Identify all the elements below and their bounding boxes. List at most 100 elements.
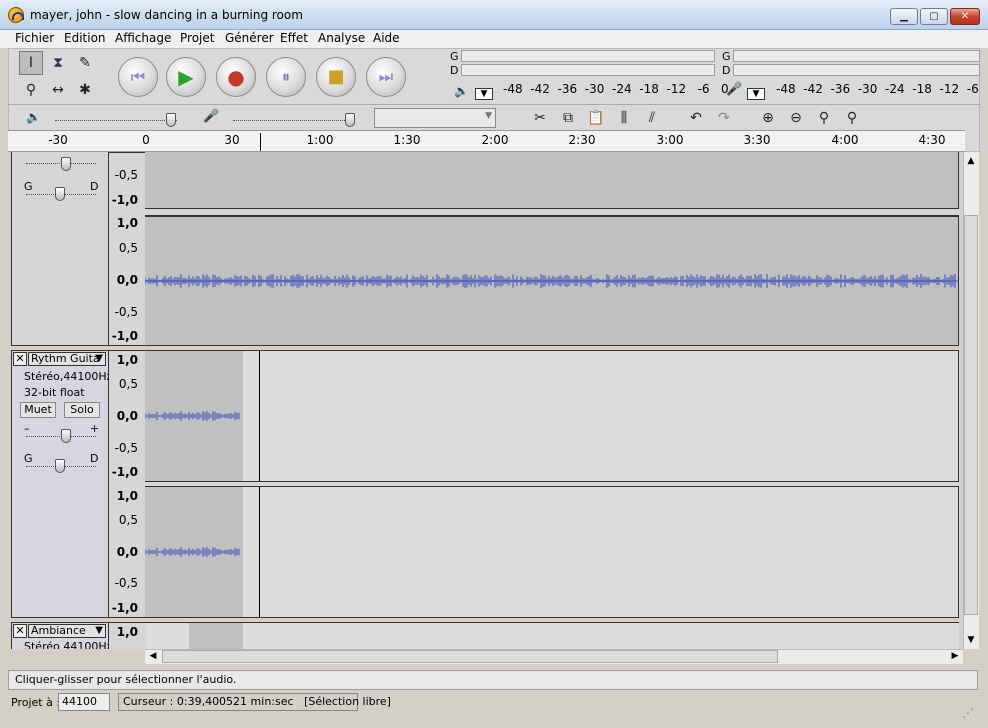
envelope-tool-icon[interactable]: ⧗ bbox=[46, 51, 70, 75]
resize-grip-icon[interactable]: ⋰ bbox=[962, 706, 974, 720]
gain-slider-thumb[interactable] bbox=[61, 157, 71, 171]
window-title: mayer, john - slow dancing in a burning … bbox=[30, 8, 303, 22]
scale-label: 1,0 bbox=[116, 216, 138, 230]
record-meter-menu-icon[interactable]: ▼ bbox=[747, 88, 765, 100]
scale-label: 0,5 bbox=[118, 377, 138, 391]
scale-label: -1,0 bbox=[111, 329, 138, 343]
input-volume-thumb[interactable] bbox=[345, 113, 355, 127]
input-source-select[interactable]: ▼ bbox=[374, 108, 496, 128]
waveform bbox=[145, 411, 240, 421]
trim-icon[interactable]: ⫼ bbox=[612, 106, 636, 130]
ruler-label: 0 bbox=[142, 133, 150, 147]
pan-slider-thumb[interactable] bbox=[55, 187, 65, 201]
ruler-label: 4:30 bbox=[918, 133, 946, 147]
menu-projet[interactable]: Projet bbox=[180, 31, 214, 45]
waveform bbox=[145, 547, 240, 557]
scale-label: -0,5 bbox=[114, 576, 138, 590]
ruler-label: 3:00 bbox=[656, 133, 684, 147]
maximize-button[interactable]: ▢ bbox=[920, 8, 948, 25]
ruler-label: 2:00 bbox=[481, 133, 509, 147]
menu-generer[interactable]: Générer bbox=[225, 31, 274, 45]
zoom-out-icon[interactable]: ⊖ bbox=[784, 106, 808, 130]
track-menu-arrow-icon: ▼ bbox=[95, 625, 103, 636]
menu-aide[interactable]: Aide bbox=[373, 31, 400, 45]
close-track-icon[interactable]: ✕ bbox=[13, 624, 27, 638]
playback-meter-menu-icon[interactable]: ▼ bbox=[475, 88, 493, 100]
mute-button[interactable]: Muet bbox=[20, 402, 56, 418]
input-volume-slider[interactable] bbox=[233, 120, 355, 121]
scale-label: 1,0 bbox=[116, 625, 138, 639]
pan-left-label: G bbox=[24, 452, 33, 465]
scale-label: -0,5 bbox=[114, 168, 138, 182]
scroll-left-icon[interactable]: ◀ bbox=[145, 649, 161, 664]
waveform-channel[interactable] bbox=[145, 622, 959, 650]
record-meter-right bbox=[733, 64, 980, 76]
track-name-menu[interactable]: Rythm Guita ▼ bbox=[28, 352, 106, 366]
selection-tool-icon[interactable]: I bbox=[19, 51, 43, 75]
record-meter-left bbox=[733, 50, 980, 62]
output-volume-slider[interactable] bbox=[55, 120, 177, 121]
scroll-right-icon[interactable]: ▶ bbox=[947, 649, 963, 664]
menu-analyse[interactable]: Analyse bbox=[318, 31, 365, 45]
fit-selection-icon[interactable]: ⚲ bbox=[812, 106, 836, 130]
record-meter-right-label: D bbox=[722, 64, 731, 77]
pan-slider-thumb[interactable] bbox=[55, 459, 65, 473]
vertical-scroll-thumb[interactable] bbox=[964, 215, 978, 615]
stop-button[interactable]: ■ bbox=[316, 57, 356, 97]
waveform-channel-bottom[interactable] bbox=[145, 216, 959, 346]
waveform-channel-top[interactable] bbox=[145, 152, 959, 208]
waveform-channel-left[interactable] bbox=[145, 350, 959, 482]
scroll-up-icon[interactable]: ▲ bbox=[963, 152, 979, 170]
skip-start-button[interactable]: ⏮ bbox=[118, 57, 158, 97]
horizontal-scroll-thumb[interactable] bbox=[162, 650, 778, 663]
menu-edition[interactable]: Edition bbox=[64, 31, 106, 45]
ruler-label: 3:30 bbox=[743, 133, 771, 147]
gain-slider-thumb[interactable] bbox=[61, 429, 71, 443]
cut-icon[interactable]: ✂ bbox=[528, 106, 552, 130]
play-button[interactable]: ▶ bbox=[166, 57, 206, 97]
input-volume-icon: 🎤 bbox=[203, 109, 220, 124]
minimize-button[interactable]: ▁ bbox=[890, 8, 918, 25]
solo-button[interactable]: Solo bbox=[64, 402, 100, 418]
silence-icon[interactable]: ⫽ bbox=[640, 106, 664, 130]
scale-label: -0,5 bbox=[114, 305, 138, 319]
output-volume-thumb[interactable] bbox=[166, 113, 176, 127]
scale-label: 0,0 bbox=[116, 545, 138, 559]
multi-tool-icon[interactable]: ✱ bbox=[73, 78, 97, 102]
track-format: Stéréo,44100Hz bbox=[24, 370, 113, 383]
waveform-channel-right[interactable] bbox=[145, 486, 959, 618]
zoom-tool-icon[interactable]: ⚲ bbox=[19, 78, 43, 102]
undo-icon[interactable]: ↶ bbox=[684, 106, 708, 130]
record-meter-left-label: G bbox=[722, 50, 731, 63]
pause-button[interactable]: ⏸ bbox=[266, 57, 306, 97]
record-button[interactable]: ● bbox=[216, 57, 256, 97]
gain-plus-label: + bbox=[90, 422, 100, 435]
ruler-label: 30 bbox=[224, 133, 240, 147]
scale-label: -0,5 bbox=[114, 441, 138, 455]
menu-effet[interactable]: Effet bbox=[280, 31, 308, 45]
fit-project-icon[interactable]: ⚲ bbox=[840, 106, 864, 130]
paste-icon[interactable]: 📋 bbox=[584, 106, 608, 130]
menu-fichier[interactable]: Fichier bbox=[15, 31, 54, 45]
track-name-menu[interactable]: Ambiance ▼ bbox=[28, 624, 106, 638]
skip-end-button[interactable]: ⏭ bbox=[366, 57, 406, 97]
zoom-in-icon[interactable]: ⊕ bbox=[756, 106, 780, 130]
ruler-label: 1:30 bbox=[393, 133, 421, 147]
pan-right-label: D bbox=[90, 452, 99, 465]
select-arrow-icon: ▼ bbox=[485, 111, 492, 121]
scale-label: -1,0 bbox=[111, 193, 138, 207]
close-button[interactable]: ✕ bbox=[950, 8, 980, 25]
track-bitdepth: 32-bit float bbox=[24, 386, 85, 399]
menu-affichage[interactable]: Affichage bbox=[115, 31, 171, 45]
draw-tool-icon[interactable]: ✎ bbox=[73, 51, 97, 75]
copy-icon[interactable]: ⧉ bbox=[556, 106, 580, 130]
scroll-down-icon[interactable]: ▼ bbox=[963, 631, 979, 649]
close-track-icon[interactable]: ✕ bbox=[13, 352, 27, 366]
record-meter-scale: -48 -42 -36 -30 -24 -18 -12 -6 bbox=[776, 82, 979, 96]
scale-label: 0,5 bbox=[118, 513, 138, 527]
pan-left-label: G bbox=[24, 180, 33, 193]
redo-icon[interactable]: ↷ bbox=[712, 106, 736, 130]
scale-label: 1,0 bbox=[116, 353, 138, 367]
project-rate-field[interactable]: 44100 bbox=[58, 693, 110, 711]
timeshift-tool-icon[interactable]: ↔ bbox=[46, 78, 70, 102]
